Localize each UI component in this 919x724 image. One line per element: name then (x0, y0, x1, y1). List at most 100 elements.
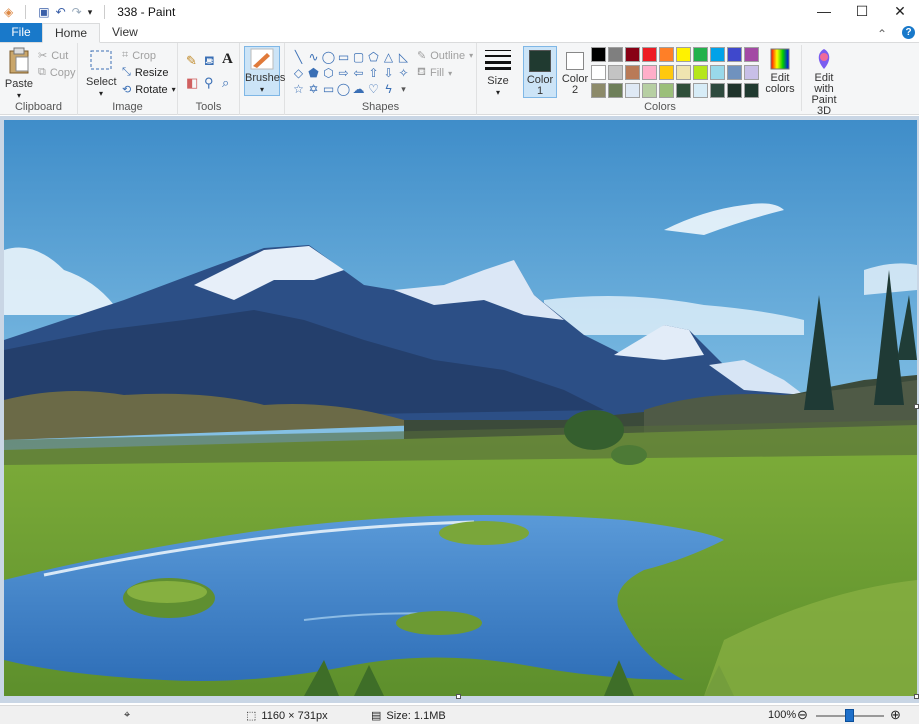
tab-view[interactable]: View (100, 23, 150, 42)
save-icon[interactable]: ▣ (38, 4, 49, 20)
palette-swatch[interactable] (693, 47, 708, 62)
rounded-rectangle-shape-icon[interactable]: ▢ (351, 49, 366, 65)
palette-swatch[interactable] (659, 47, 674, 62)
redo-icon[interactable]: ↷ (72, 4, 82, 20)
color2-button[interactable]: Color 2 (559, 46, 591, 98)
palette-swatch[interactable] (744, 65, 759, 80)
up-arrow-shape-icon[interactable]: ⇧ (366, 65, 381, 81)
resize-button[interactable]: ⤡ Resize (122, 66, 168, 79)
palette-swatch[interactable] (608, 83, 623, 98)
rounded-callout-shape-icon[interactable]: ▭ (321, 81, 336, 97)
size-button[interactable]: Size ▾ (483, 48, 513, 98)
palette-swatch[interactable] (625, 83, 640, 98)
brushes-dropdown-icon[interactable]: ▾ (245, 84, 279, 95)
right-arrow-shape-icon[interactable]: ⇨ (336, 65, 351, 81)
collapse-ribbon-icon[interactable]: ⌃ (877, 27, 887, 41)
diamond-shape-icon[interactable]: ◇ (291, 65, 306, 81)
lightning-shape-icon[interactable]: ϟ (381, 81, 396, 97)
rectangle-shape-icon[interactable]: ▭ (336, 49, 351, 65)
palette-swatch[interactable] (676, 47, 691, 62)
rotate-dropdown-icon[interactable]: ▾ (172, 85, 176, 94)
down-arrow-shape-icon[interactable]: ⇩ (381, 65, 396, 81)
resize-handle-bottom[interactable] (456, 694, 461, 699)
polygon-shape-icon[interactable]: ⬠ (366, 49, 381, 65)
palette-swatch[interactable] (744, 47, 759, 62)
palette-swatch[interactable] (642, 83, 657, 98)
size-dropdown-icon[interactable]: ▾ (483, 87, 513, 98)
paste-dropdown-icon[interactable]: ▾ (3, 90, 35, 101)
right-triangle-shape-icon[interactable]: ◺ (396, 49, 411, 65)
palette-swatch[interactable] (744, 83, 759, 98)
palette-swatch[interactable] (625, 47, 640, 62)
copy-button[interactable]: ⧉ Copy (38, 66, 76, 79)
rotate-button[interactable]: ⟲ Rotate ▾ (122, 83, 176, 97)
zoom-slider-thumb[interactable] (845, 709, 854, 722)
palette-swatch[interactable] (608, 65, 623, 80)
six-point-star-shape-icon[interactable]: ✡ (306, 81, 321, 97)
select-dropdown-icon[interactable]: ▾ (86, 88, 116, 99)
tab-file[interactable]: File (0, 23, 42, 42)
palette-swatch[interactable] (710, 47, 725, 62)
resize-handle-corner[interactable] (914, 694, 919, 699)
drawing-canvas[interactable] (4, 120, 917, 696)
color-picker-icon[interactable]: ⚲ (204, 75, 214, 91)
select-button[interactable]: Select ▾ (86, 49, 117, 99)
help-icon[interactable]: ? (902, 26, 915, 39)
fill-button[interactable]: ⛾ Fill ▾ (417, 66, 452, 80)
curve-shape-icon[interactable]: ∿ (306, 49, 321, 65)
minimize-button[interactable]: — (805, 0, 843, 24)
crop-button[interactable]: ⌗ Crop (122, 49, 156, 62)
edit-with-paint3d-button[interactable]: Edit with Paint 3D (804, 47, 844, 117)
resize-handle-right[interactable] (914, 404, 919, 409)
magnifier-icon[interactable]: ⌕ (222, 75, 229, 91)
palette-swatch[interactable] (710, 65, 725, 80)
hexagon-shape-icon[interactable]: ⬡ (321, 65, 336, 81)
palette-swatch[interactable] (676, 83, 691, 98)
palette-swatch[interactable] (608, 47, 623, 62)
palette-swatch[interactable] (642, 47, 657, 62)
palette-swatch[interactable] (591, 65, 606, 80)
palette-swatch[interactable] (693, 83, 708, 98)
close-button[interactable]: ✕ (881, 0, 919, 24)
palette-swatch[interactable] (625, 65, 640, 80)
palette-swatch[interactable] (693, 65, 708, 80)
palette-swatch[interactable] (727, 83, 742, 98)
brushes-button[interactable]: Brushes ▾ (244, 46, 285, 96)
five-point-star-shape-icon[interactable]: ☆ (291, 81, 306, 97)
palette-swatch[interactable] (727, 47, 742, 62)
oval-callout-shape-icon[interactable]: ◯ (336, 81, 351, 97)
undo-icon[interactable]: ↶ (56, 4, 66, 20)
palette-swatch[interactable] (659, 83, 674, 98)
heart-shape-icon[interactable]: ♡ (366, 81, 381, 97)
left-arrow-shape-icon[interactable]: ⇦ (351, 65, 366, 81)
line-shape-icon[interactable]: ╲ (291, 49, 306, 65)
four-point-star-shape-icon[interactable]: ✧ (396, 65, 411, 81)
palette-swatch[interactable] (591, 47, 606, 62)
outline-button[interactable]: ✎ Outline ▾ (417, 49, 473, 63)
cloud-callout-shape-icon[interactable]: ☁ (351, 81, 366, 97)
palette-swatch[interactable] (676, 65, 691, 80)
cut-button[interactable]: ✂ Cut (38, 49, 68, 63)
palette-swatch[interactable] (710, 83, 725, 98)
oval-shape-icon[interactable]: ◯ (321, 49, 336, 65)
text-tool-icon[interactable]: A (222, 51, 233, 68)
palette-swatch[interactable] (727, 65, 742, 80)
paint-app-icon[interactable]: ◈ (4, 4, 13, 20)
tab-home[interactable]: Home (42, 23, 101, 43)
zoom-out-icon[interactable]: ⊖ (797, 707, 808, 723)
color1-button[interactable]: Color 1 (523, 46, 557, 98)
shapes-more-icon[interactable]: ▾ (396, 81, 411, 97)
eraser-icon[interactable]: ◧ (186, 75, 198, 91)
pentagon-shape-icon[interactable]: ⬟ (306, 65, 321, 81)
zoom-in-icon[interactable]: ⊕ (890, 707, 901, 723)
pencil-icon[interactable]: ✎ (186, 53, 197, 69)
maximize-button[interactable]: ☐ (843, 0, 881, 24)
paste-button[interactable]: Paste ▾ (3, 47, 35, 101)
edit-colors-button[interactable]: Edit colors (762, 47, 798, 95)
palette-swatch[interactable] (659, 65, 674, 80)
palette-swatch[interactable] (642, 65, 657, 80)
customize-qa-dropdown-icon[interactable]: ▾ (88, 4, 93, 20)
fill-bucket-icon[interactable]: ⛾ (204, 53, 215, 71)
palette-swatch[interactable] (591, 83, 606, 98)
triangle-shape-icon[interactable]: △ (381, 49, 396, 65)
